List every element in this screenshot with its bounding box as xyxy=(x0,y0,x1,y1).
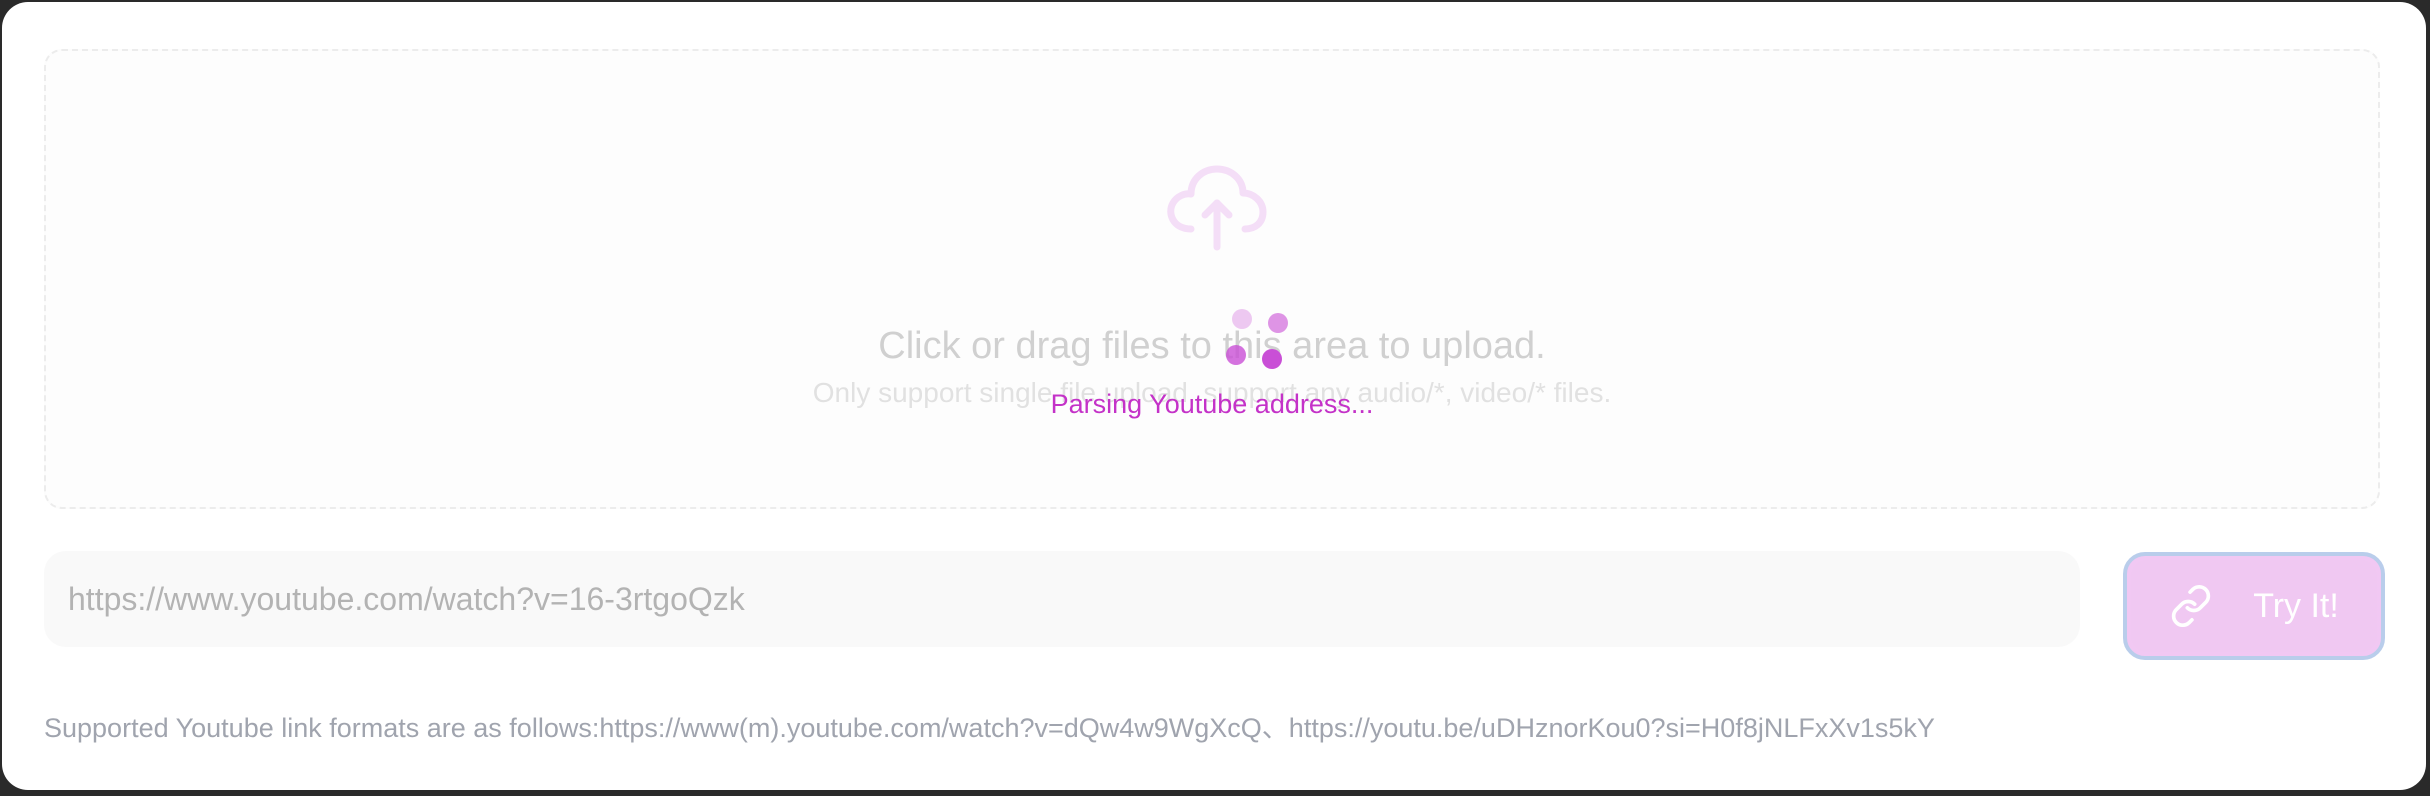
spinner-dot xyxy=(1226,345,1246,365)
app-window: Click or drag files to this area to uplo… xyxy=(2,2,2426,790)
try-button-label: Try It! xyxy=(2253,586,2339,625)
spinner-dot xyxy=(1262,349,1282,369)
try-button-content: Try It! xyxy=(2169,584,2339,628)
upload-dropzone[interactable]: Click or drag files to this area to uplo… xyxy=(44,49,2380,509)
try-it-button[interactable]: Try It! xyxy=(2123,552,2385,660)
loading-overlay xyxy=(46,51,2378,507)
link-icon xyxy=(2171,584,2211,628)
spinner-dot xyxy=(1232,309,1252,329)
loading-spinner xyxy=(1216,307,1296,387)
youtube-url-input[interactable] xyxy=(44,551,2080,647)
spinner-dot xyxy=(1268,313,1288,333)
supported-formats-text: Supported Youtube link formats are as fo… xyxy=(44,713,1935,743)
loading-text: Parsing Youtube address... xyxy=(1050,389,1374,419)
